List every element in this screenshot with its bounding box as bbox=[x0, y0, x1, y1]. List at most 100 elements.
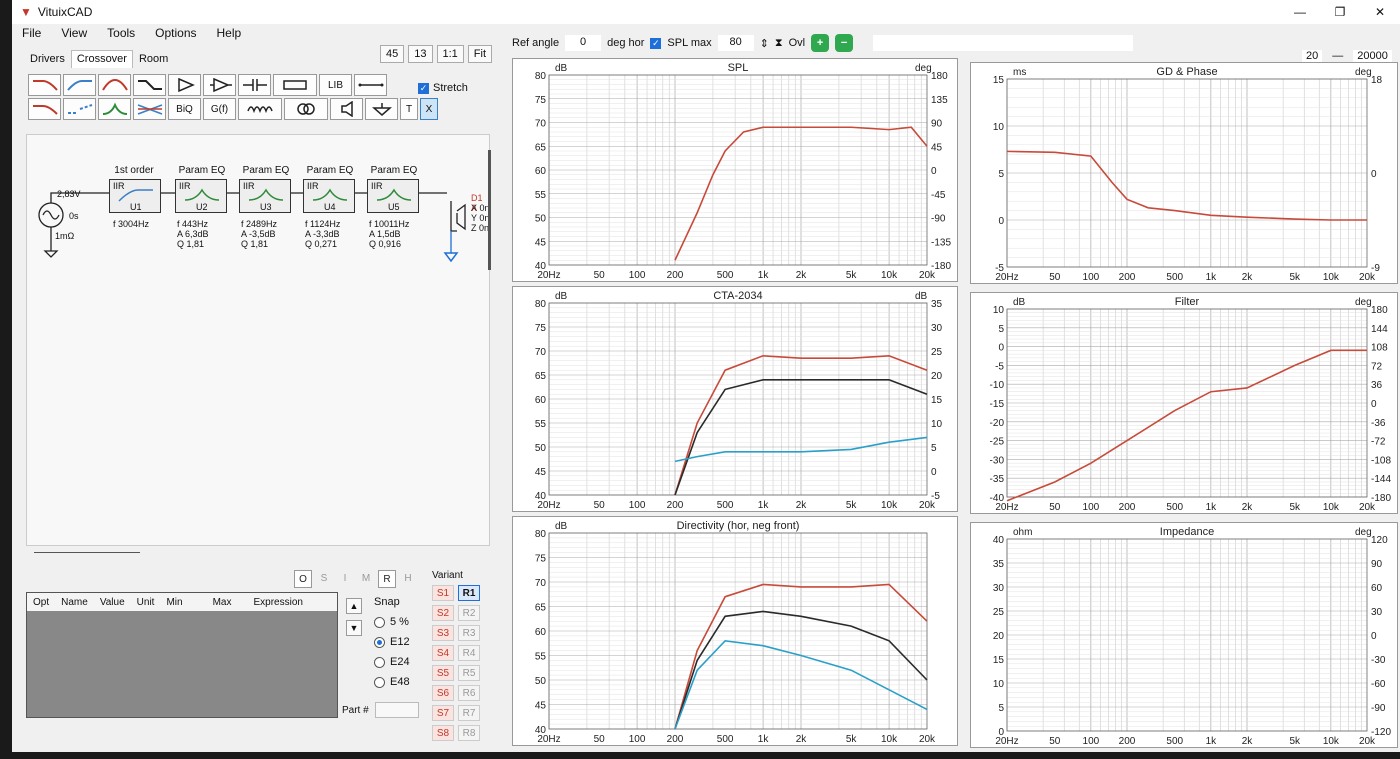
col-unit[interactable]: Unit bbox=[131, 597, 161, 608]
col-name[interactable]: Name bbox=[55, 597, 94, 608]
panel-divider[interactable] bbox=[34, 552, 140, 553]
col-max[interactable]: Max bbox=[189, 597, 238, 608]
col-expression[interactable]: Expression bbox=[237, 597, 308, 608]
menu-view[interactable]: View bbox=[51, 26, 97, 44]
impedance-graph[interactable]: Impedance ohm deg 40 35 30 25 20 15 10 5 0 120 90 60 30… bbox=[970, 522, 1398, 748]
mode-o-button[interactable]: O bbox=[294, 570, 312, 588]
menu-options[interactable]: Options bbox=[145, 26, 206, 44]
col-value[interactable]: Value bbox=[94, 597, 131, 608]
lowpass-filter-icon[interactable] bbox=[28, 74, 61, 96]
variant-s4-button[interactable]: S4 bbox=[432, 645, 454, 661]
spl-max-input[interactable]: 80 bbox=[717, 35, 754, 51]
close-icon[interactable]: ✕ bbox=[1360, 0, 1400, 24]
mode-h-button[interactable]: H bbox=[399, 570, 417, 588]
wire-icon[interactable] bbox=[354, 74, 387, 96]
col-opt[interactable]: Opt bbox=[27, 597, 55, 608]
amplifier-icon[interactable] bbox=[168, 74, 201, 96]
menu-help[interactable]: Help bbox=[207, 26, 252, 44]
mode-s-button[interactable]: S bbox=[315, 570, 333, 588]
filter-graph[interactable]: Filter dB deg 10 5 0 -5 -10 -15 -20 -25 -30 -35 -40 18… bbox=[970, 292, 1398, 514]
inductor-icon[interactable] bbox=[238, 98, 282, 120]
zoom-out-button[interactable]: − bbox=[835, 34, 854, 52]
library-button[interactable]: LIB bbox=[319, 74, 352, 96]
gd-phase-graph[interactable]: GD & Phase ms deg 15 10 5 0 -5 18 0 -9 20Hz 50 100 200… bbox=[970, 62, 1398, 284]
col-min[interactable]: Min bbox=[160, 597, 188, 608]
move-up-icon[interactable]: ▲ bbox=[346, 598, 362, 614]
variant-s2-button[interactable]: S2 bbox=[432, 605, 454, 621]
variant-s6-button[interactable]: S6 bbox=[432, 685, 454, 701]
variant-r2-button[interactable]: R2 bbox=[458, 605, 480, 621]
variant-r7-button[interactable]: R7 bbox=[458, 705, 480, 721]
schematic-canvas[interactable]: 2,83V 0s 1mΩ 1st order IIR U1 f 3004Hz P… bbox=[26, 134, 490, 546]
buffer-icon[interactable] bbox=[203, 74, 236, 96]
variant-r6-button[interactable]: R6 bbox=[458, 685, 480, 701]
cta2034-graph[interactable]: CTA-2034 dB dB 80 75 70 65 60 55 50 45 40 35 30 25 20 15… bbox=[512, 286, 958, 512]
zoom-fit-button[interactable]: Fit bbox=[467, 45, 493, 63]
resistor-icon[interactable] bbox=[273, 74, 317, 96]
filter-block-u2[interactable]: IIR U2 bbox=[175, 179, 227, 213]
tab-room[interactable]: Room bbox=[133, 50, 174, 68]
spl-graph[interactable]: SPL dB deg 80 75 70 65 60 55 50 45 40 180 135 90 45 0 -45… bbox=[512, 58, 958, 282]
variant-r1-button[interactable]: R1 bbox=[458, 585, 480, 601]
variant-s5-button[interactable]: S5 bbox=[432, 665, 454, 681]
stretch-option[interactable]: ✓ Stretch bbox=[418, 82, 468, 94]
freq-min-input[interactable]: 20 bbox=[1302, 50, 1323, 62]
variant-r3-button[interactable]: R3 bbox=[458, 625, 480, 641]
snap-e48[interactable]: E48 bbox=[374, 676, 410, 688]
note-field[interactable] bbox=[873, 35, 1134, 51]
delete-tool-button[interactable]: X bbox=[420, 98, 438, 120]
variant-s3-button[interactable]: S3 bbox=[432, 625, 454, 641]
snap-e12[interactable]: E12 bbox=[374, 636, 410, 648]
filter-block-u4[interactable]: IIR U4 bbox=[303, 179, 355, 213]
filter-block-u5[interactable]: IIR U5 bbox=[367, 179, 419, 213]
mode-i-button[interactable]: I bbox=[336, 570, 354, 588]
biquad-button[interactable]: BiQ bbox=[168, 98, 201, 120]
tab-drivers[interactable]: Drivers bbox=[24, 50, 71, 68]
delay-icon[interactable] bbox=[63, 98, 96, 120]
zoom-13-button[interactable]: 13 bbox=[408, 45, 433, 63]
stretch-checkbox[interactable]: ✓ bbox=[418, 82, 429, 94]
variant-s7-button[interactable]: S7 bbox=[432, 705, 454, 721]
variant-s8-button[interactable]: S8 bbox=[432, 725, 454, 741]
maximize-icon[interactable]: ❐ bbox=[1320, 0, 1360, 24]
highpass-filter-icon[interactable] bbox=[63, 74, 96, 96]
tab-crossover[interactable]: Crossover bbox=[70, 50, 133, 68]
transformer-icon[interactable] bbox=[284, 98, 328, 120]
parameter-grid[interactable]: Opt Name Value Unit Min Max Expression bbox=[26, 592, 338, 718]
variant-s1-button[interactable]: S1 bbox=[432, 585, 454, 601]
text-tool-button[interactable]: T bbox=[400, 98, 418, 120]
allpass-filter-icon[interactable] bbox=[28, 98, 61, 120]
spl-max-checkbox[interactable]: ✓ bbox=[650, 37, 662, 49]
auto-scale-icon[interactable]: ⧗ bbox=[775, 37, 783, 50]
directivity-graph[interactable]: Directivity (hor, neg front) dB 80 75 70 65 60… bbox=[512, 516, 958, 746]
snap-e24[interactable]: E24 bbox=[374, 656, 410, 668]
splitter-handle[interactable] bbox=[488, 150, 491, 270]
ref-angle-input[interactable]: 0 bbox=[565, 35, 602, 51]
spin-icon[interactable]: ⇕ bbox=[760, 37, 769, 50]
menu-file[interactable]: File bbox=[12, 26, 51, 44]
zoom-45-button[interactable]: 45 bbox=[380, 45, 405, 63]
variant-r5-button[interactable]: R5 bbox=[458, 665, 480, 681]
snap-5pct[interactable]: 5 % bbox=[374, 616, 410, 628]
variant-r8-button[interactable]: R8 bbox=[458, 725, 480, 741]
mode-m-button[interactable]: M bbox=[357, 570, 375, 588]
capacitor-icon[interactable] bbox=[238, 74, 271, 96]
zoom-in-button[interactable]: + bbox=[811, 34, 830, 52]
zoom-1to1-button[interactable]: 1:1 bbox=[436, 45, 464, 63]
notch-icon[interactable] bbox=[133, 98, 166, 120]
filter-block-u1[interactable]: IIR U1 bbox=[109, 179, 161, 213]
ground-icon[interactable] bbox=[365, 98, 398, 120]
move-down-icon[interactable]: ▼ bbox=[346, 620, 362, 636]
mode-r-button[interactable]: R bbox=[378, 570, 396, 588]
menu-tools[interactable]: Tools bbox=[97, 26, 145, 44]
bandpass-filter-icon[interactable] bbox=[98, 74, 131, 96]
shelf-filter-icon[interactable] bbox=[133, 74, 166, 96]
variant-r4-button[interactable]: R4 bbox=[458, 645, 480, 661]
speaker-icon[interactable] bbox=[330, 98, 363, 120]
peak-eq-icon[interactable] bbox=[98, 98, 131, 120]
minimize-icon[interactable]: — bbox=[1280, 0, 1320, 24]
filter-block-u3[interactable]: IIR U3 bbox=[239, 179, 291, 213]
gain-function-button[interactable]: G(f) bbox=[203, 98, 236, 120]
part-number-input[interactable] bbox=[374, 702, 419, 718]
freq-max-input[interactable]: 20000 bbox=[1353, 50, 1392, 62]
